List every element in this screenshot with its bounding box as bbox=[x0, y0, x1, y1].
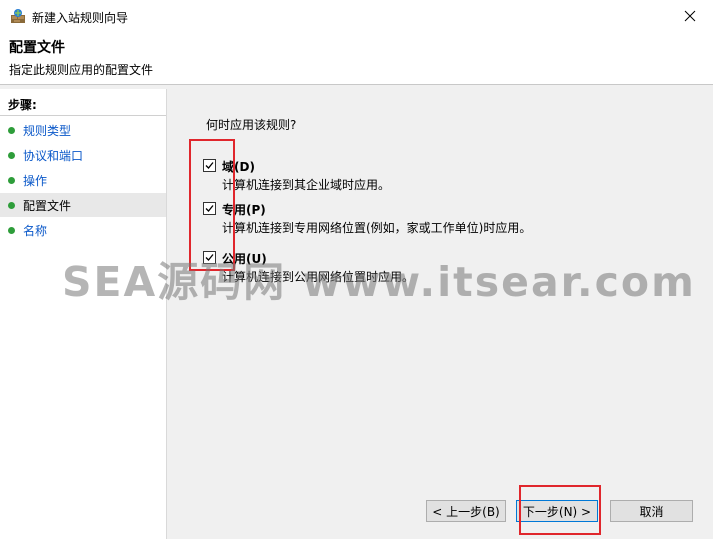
steps-divider bbox=[0, 115, 166, 116]
step-protocol-ports[interactable]: 协议和端口 bbox=[0, 143, 166, 167]
step-dot-icon bbox=[8, 151, 15, 159]
private-description: 计算机连接到专用网络位置(例如，家或工作单位)时应用。 bbox=[222, 221, 532, 235]
domain-description: 计算机连接到其企业域时应用。 bbox=[222, 178, 391, 192]
window-title: 新建入站规则向导 bbox=[32, 11, 129, 25]
back-button[interactable]: < 上一步(B) bbox=[426, 500, 506, 522]
step-label: 操作 bbox=[23, 173, 48, 188]
cancel-button[interactable]: 取消 bbox=[610, 500, 693, 522]
step-profile[interactable]: 配置文件 bbox=[0, 193, 166, 217]
content-panel: 何时应用该规则? 域(D) 计算机连接到其企业域时应用。 专用(P) 计算机连接… bbox=[170, 89, 710, 539]
close-button[interactable] bbox=[667, 0, 713, 32]
step-label: 配置文件 bbox=[23, 198, 72, 213]
step-dot-icon bbox=[8, 201, 15, 209]
step-action[interactable]: 操作 bbox=[0, 168, 166, 192]
step-label: 协议和端口 bbox=[23, 148, 84, 163]
wizard-header: 配置文件 指定此规则应用的配置文件 bbox=[0, 32, 713, 85]
steps-heading: 步骤: bbox=[8, 98, 37, 112]
steps-panel: 步骤: 规则类型 协议和端口 操作 配置文件 名称 bbox=[0, 89, 167, 539]
firewall-icon bbox=[10, 8, 26, 24]
page-subtitle: 指定此规则应用的配置文件 bbox=[9, 63, 154, 77]
step-rule-type[interactable]: 规则类型 bbox=[0, 118, 166, 142]
step-label: 名称 bbox=[23, 223, 48, 238]
wizard-body: 步骤: 规则类型 协议和端口 操作 配置文件 名称 何时应用该规则? 域(D) … bbox=[0, 85, 713, 539]
apply-question: 何时应用该规则? bbox=[206, 118, 297, 132]
close-icon bbox=[684, 10, 696, 22]
step-dot-icon bbox=[8, 226, 15, 234]
step-dot-icon bbox=[8, 126, 15, 134]
step-name[interactable]: 名称 bbox=[0, 218, 166, 242]
step-dot-icon bbox=[8, 176, 15, 184]
highlight-box-next bbox=[519, 485, 601, 535]
title-bar: 新建入站规则向导 bbox=[0, 0, 713, 32]
page-title: 配置文件 bbox=[9, 40, 65, 56]
watermark-text: SEA源码网 www.itsear.com bbox=[62, 258, 696, 306]
step-label: 规则类型 bbox=[23, 123, 72, 138]
